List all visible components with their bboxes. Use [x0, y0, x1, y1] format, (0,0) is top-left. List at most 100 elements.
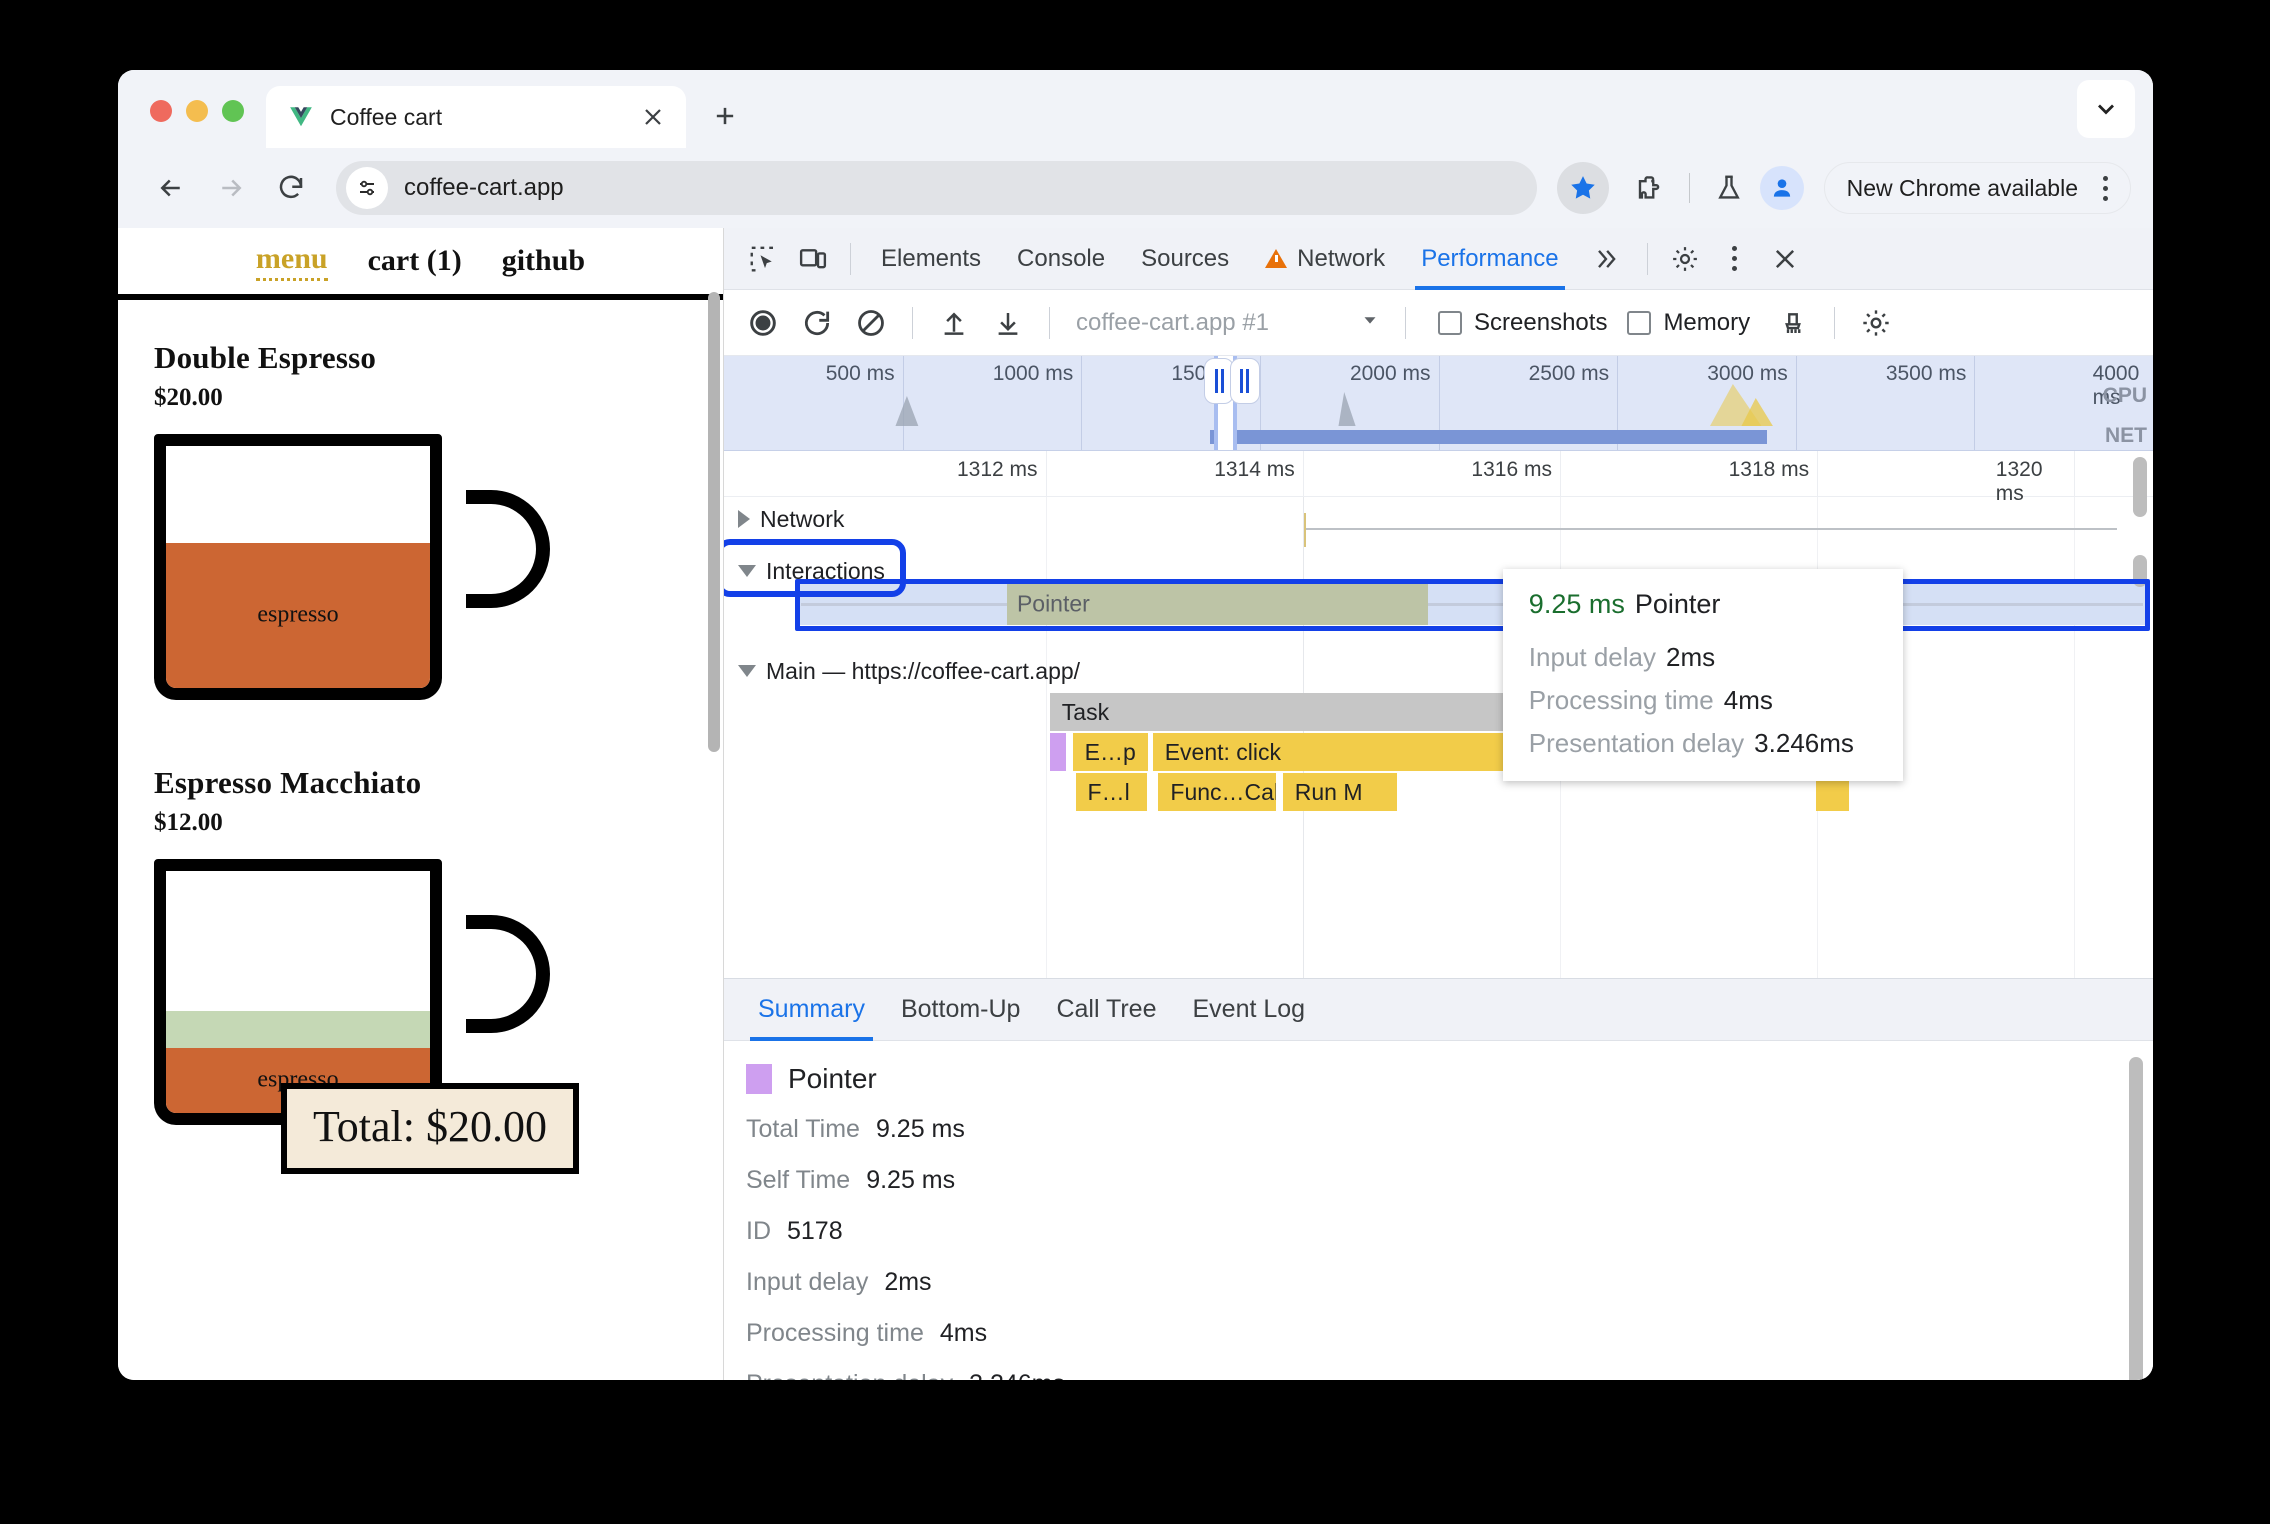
track-main[interactable]: Main — https://coffee-cart.app/ Task E…p… [724, 651, 2153, 978]
details-scrollbar[interactable] [2129, 1057, 2143, 1380]
nav-link-menu[interactable]: menu [255, 242, 328, 281]
summary-field-presentation-delay: Presentation delay 3.246ms [746, 1370, 2153, 1380]
tab-elements[interactable]: Elements [863, 228, 999, 290]
close-icon[interactable] [638, 102, 668, 132]
field-value: 9.25 ms [866, 1166, 956, 1194]
tooltip-row-key: Input delay [1528, 642, 1657, 672]
page-scrollbar[interactable] [708, 292, 720, 752]
nav-link-cart[interactable]: cart (1) [368, 244, 462, 278]
kebab-menu-icon[interactable] [2088, 168, 2122, 208]
summary-field-processing-time: Processing time 4ms [746, 1319, 2153, 1348]
tab-performance[interactable]: Performance [1403, 228, 1576, 290]
chrome-update-pill[interactable]: New Chrome available [1823, 162, 2131, 214]
timeline-overview[interactable]: 500 ms 1000 ms 1500 ms 2000 ms 2500 ms 3… [724, 356, 2153, 451]
tab-label: Sources [1141, 244, 1230, 272]
tab-label: Elements [881, 244, 982, 272]
browser-window: Coffee cart coffee-cart.app New Chrome a… [118, 70, 2153, 1380]
flame-block-event-dispatch[interactable]: E…p [1072, 733, 1149, 771]
interaction-pointer-block[interactable]: Pointer [1006, 583, 1429, 625]
collect-garbage-icon[interactable] [1768, 298, 1818, 348]
warning-triangle-icon [1265, 249, 1288, 268]
flame-chart-area[interactable]: 1312 ms 1314 ms 1316 ms 1318 ms 1320 ms … [724, 451, 2153, 978]
arrow-forward-icon[interactable] [204, 161, 258, 215]
tab-console[interactable]: Console [999, 228, 1123, 290]
profile-select[interactable]: coffee-cart.app #1 [1076, 309, 1381, 337]
device-toolbar-icon[interactable] [788, 234, 838, 284]
close-icon[interactable] [1760, 234, 1810, 284]
track-interactions[interactable]: Interactions Pointer [724, 551, 2153, 647]
address-bar[interactable]: coffee-cart.app [336, 161, 1537, 215]
flame-scrollbar-top[interactable] [2133, 457, 2147, 517]
summary-field-id: ID 5178 [746, 1217, 2153, 1246]
tab-event-log[interactable]: Event Log [1175, 979, 1324, 1041]
flame-block-run-microtasks[interactable]: Run M [1282, 773, 1398, 811]
track-network[interactable]: Network [724, 499, 2153, 547]
screenshots-checkbox[interactable]: Screenshots [1438, 309, 1607, 337]
gear-icon[interactable] [1851, 298, 1901, 348]
coffee-cup-icon[interactable]: espresso [154, 434, 550, 709]
chevron-double-right-icon[interactable] [1577, 234, 1635, 284]
bookmark-star-icon[interactable] [1556, 162, 1609, 214]
new-tab-button[interactable] [700, 91, 750, 141]
record-circle-icon[interactable] [738, 298, 788, 348]
tab-title: Coffee cart [330, 103, 443, 130]
selection-handle-right[interactable] [1229, 358, 1260, 404]
tab-network[interactable]: Network [1247, 228, 1403, 290]
tab-call-tree[interactable]: Call Tree [1038, 979, 1174, 1041]
interaction-thin-line [801, 603, 1009, 606]
flame-block-label: E…p [1084, 738, 1136, 765]
toolbar-divider-d [1834, 306, 1836, 339]
arrow-back-icon[interactable] [144, 161, 198, 215]
track-network-title[interactable]: Network [724, 499, 2153, 539]
flame-block-function[interactable]: F…l [1075, 773, 1147, 811]
chevron-down-icon[interactable] [2077, 80, 2135, 138]
flask-icon[interactable] [1704, 163, 1754, 213]
product-name: Espresso Macchiato [154, 765, 422, 800]
cup-handle [466, 915, 550, 1033]
minimize-window-button[interactable] [186, 100, 208, 122]
profile-avatar-icon[interactable] [1759, 166, 1804, 210]
flame-block-interaction-marker[interactable] [1049, 733, 1066, 771]
flame-block-label: Event: click [1164, 738, 1282, 765]
inspect-element-icon[interactable] [738, 234, 788, 284]
page-viewport: menu cart (1) github Double Espresso $20… [118, 228, 724, 1380]
flame-block-label: F…l [1087, 778, 1130, 805]
memory-checkbox[interactable]: Memory [1627, 309, 1750, 337]
product-card[interactable]: Espresso Macchiato $12.00 espresso [118, 709, 723, 1134]
flame-scrollbar-mid[interactable] [2133, 555, 2147, 587]
product-card[interactable]: Double Espresso $20.00 espresso [118, 322, 723, 709]
tab-sources[interactable]: Sources [1123, 228, 1247, 290]
tune-icon[interactable] [346, 167, 388, 209]
upload-arrow-icon[interactable] [929, 298, 979, 348]
nav-link-github[interactable]: github [502, 244, 585, 278]
chevron-right-icon[interactable] [738, 510, 750, 528]
clear-slash-icon[interactable] [846, 298, 896, 348]
tooltip-row-key: Presentation delay [1528, 728, 1745, 758]
track-main-title[interactable]: Main — https://coffee-cart.app/ [724, 651, 2153, 691]
net-label: NET [2105, 424, 2147, 447]
chevron-down-icon[interactable] [738, 665, 756, 677]
checkbox-box [1438, 310, 1463, 335]
reload-record-icon[interactable] [792, 298, 842, 348]
flame-block-function-call[interactable]: Func…Call [1158, 773, 1276, 811]
reload-icon[interactable] [264, 161, 318, 215]
summary-title-row: Pointer [746, 1063, 2153, 1095]
download-arrow-icon[interactable] [983, 298, 1033, 348]
tab-bottom-up[interactable]: Bottom-Up [883, 979, 1038, 1041]
extensions-puzzle-icon[interactable] [1625, 163, 1675, 213]
kebab-menu-icon[interactable] [1710, 234, 1760, 284]
tooltip-row-value: 2ms [1666, 642, 1716, 672]
tab-summary[interactable]: Summary [740, 979, 883, 1041]
window-traffic-lights [118, 100, 266, 148]
tab-label: Network [1297, 244, 1386, 272]
chevron-down-icon[interactable] [1359, 309, 1381, 336]
chevron-down-icon[interactable] [738, 565, 756, 577]
gear-icon[interactable] [1660, 234, 1710, 284]
checkbox-box [1627, 310, 1652, 335]
browser-tab[interactable]: Coffee cart [266, 86, 686, 148]
devtools-panel: Elements Console Sources Network Perform… [724, 228, 2153, 1380]
tooltip-name: Pointer [1634, 589, 1721, 619]
maximize-window-button[interactable] [222, 100, 244, 122]
close-window-button[interactable] [150, 100, 172, 122]
field-key: Total Time [746, 1115, 860, 1143]
